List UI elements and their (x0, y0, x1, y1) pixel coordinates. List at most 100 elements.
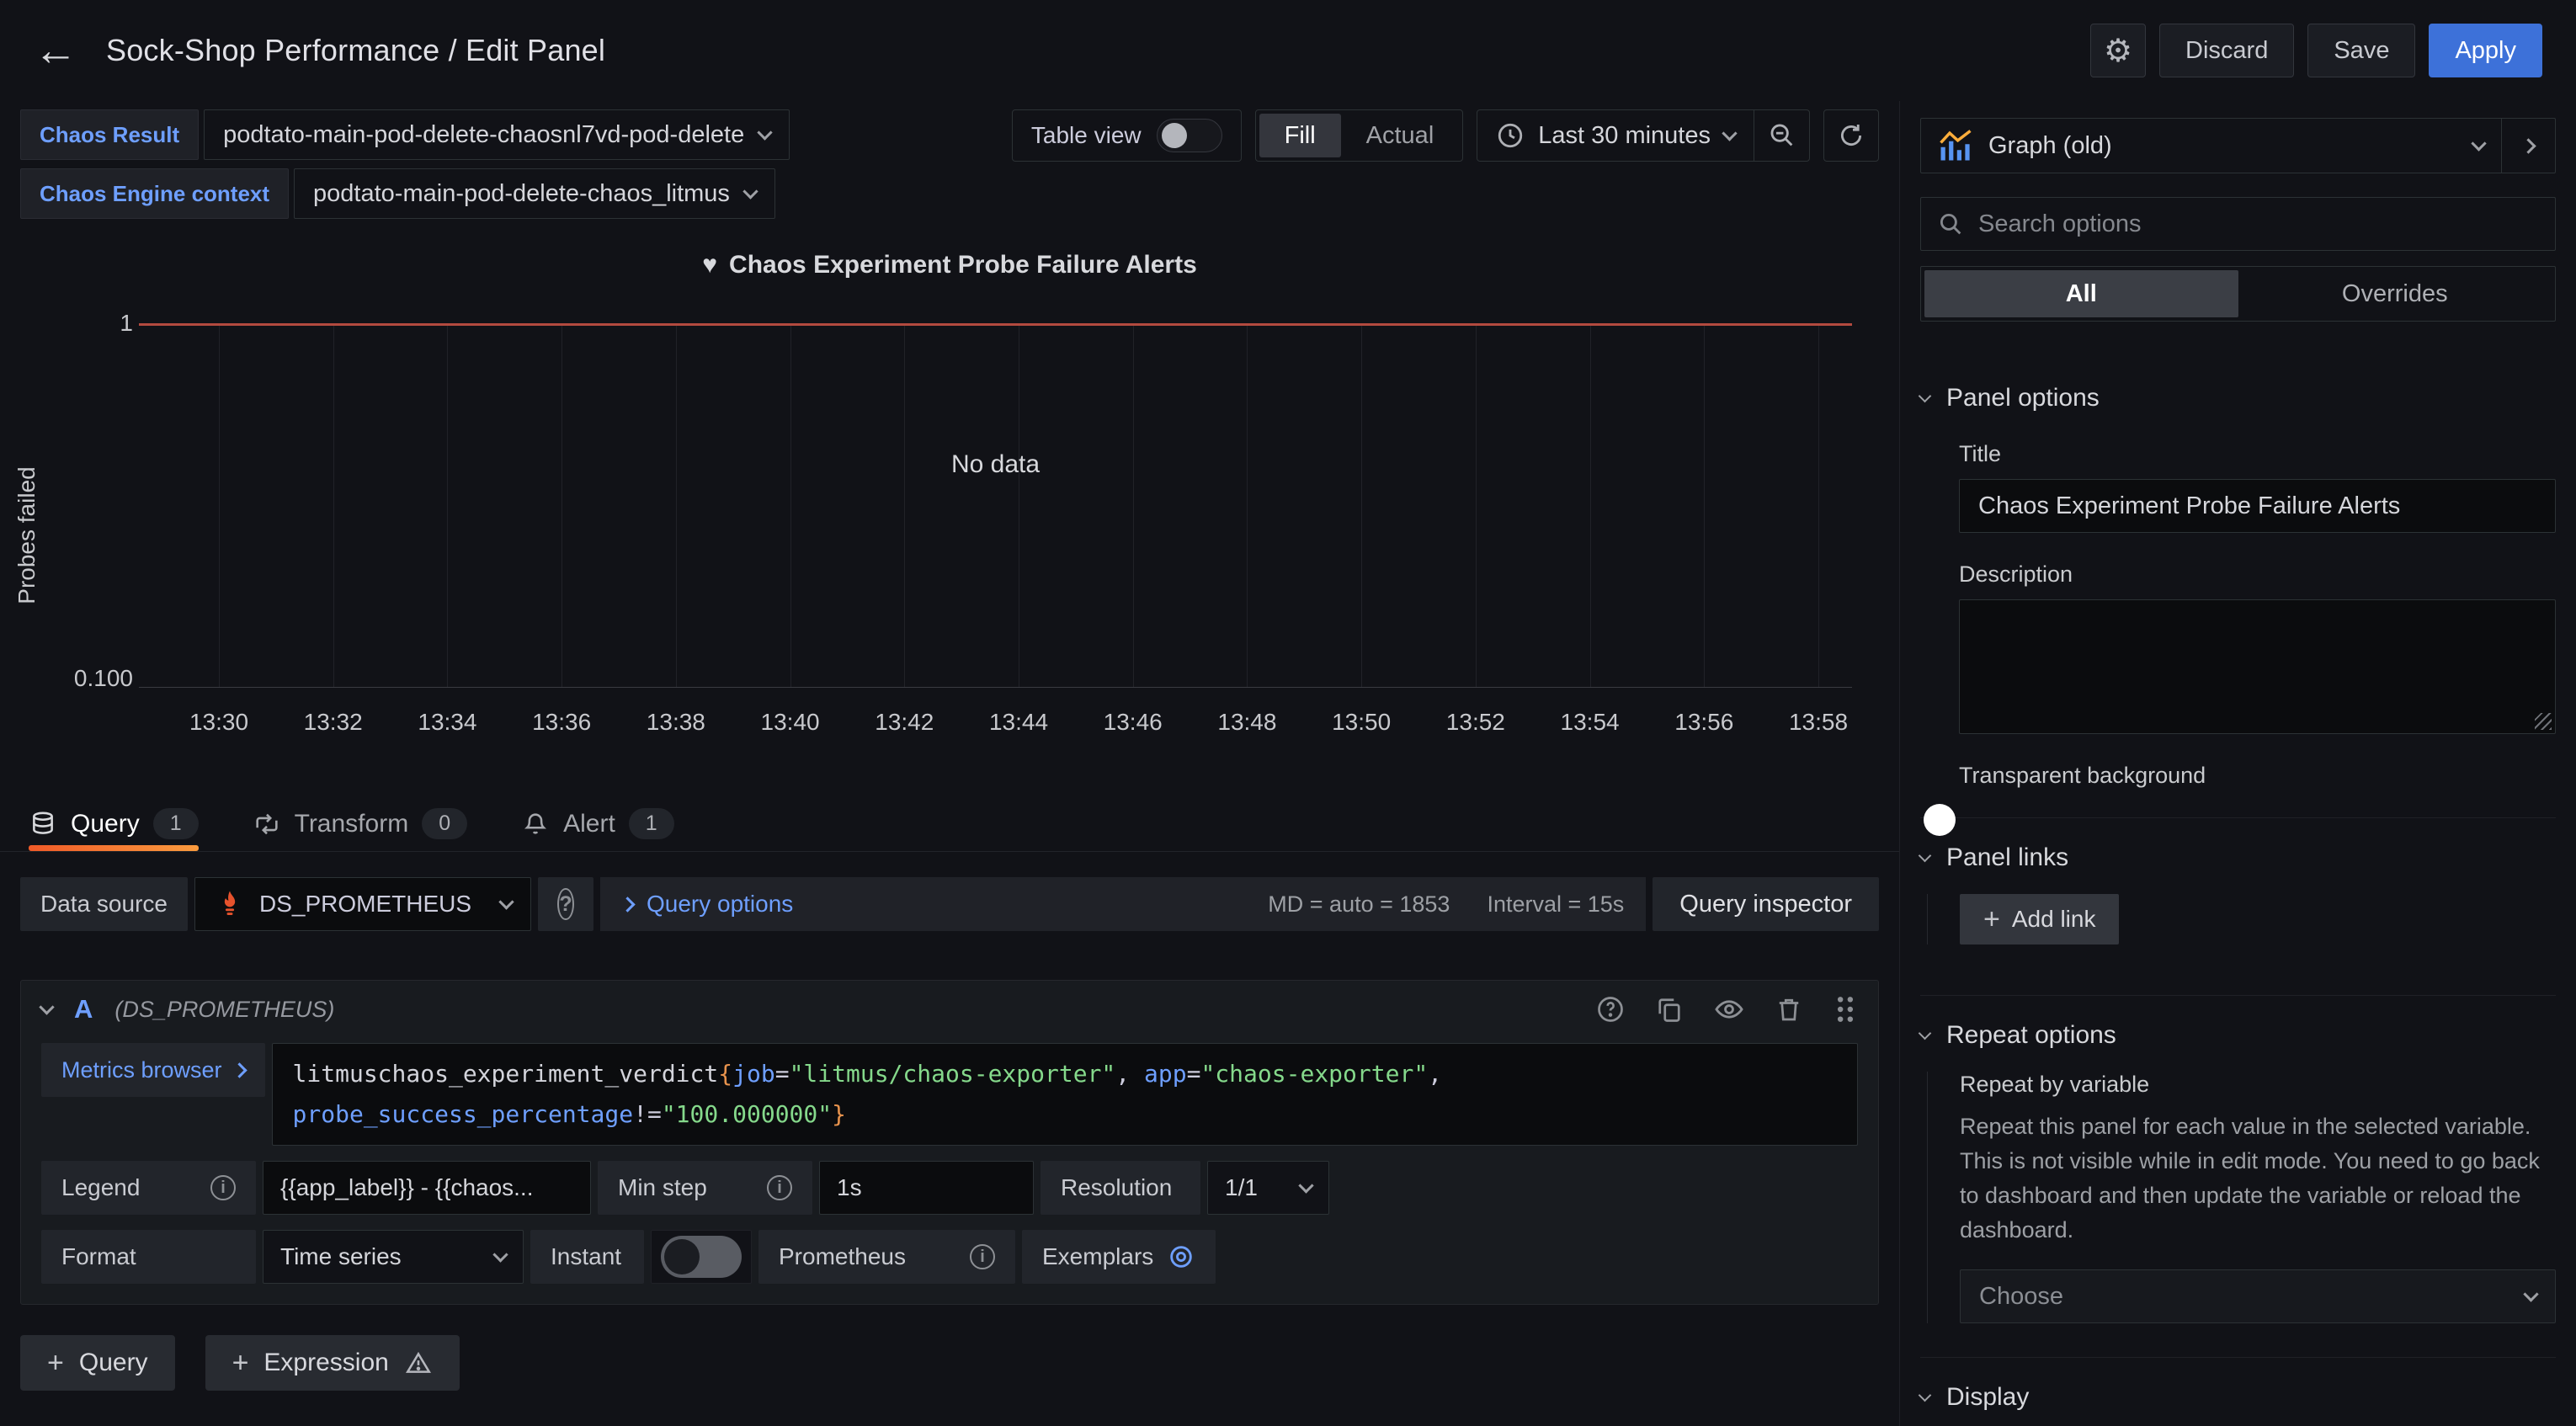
viz-suggestions-button[interactable] (2501, 119, 2555, 173)
panel-options-header[interactable]: Panel options (1920, 384, 2556, 412)
repeat-variable-select[interactable]: Choose (1960, 1269, 2556, 1323)
add-expression-button[interactable]: + Expression (205, 1335, 460, 1391)
query-inspector-button[interactable]: Query inspector (1653, 877, 1879, 931)
visualization-picker[interactable]: Graph (old) (1921, 119, 2501, 173)
variable-value-dropdown[interactable]: podtato-main-pod-delete-chaosnl7vd-pod-d… (204, 109, 790, 160)
panel-settings-button[interactable]: ⚙ (2090, 24, 2146, 77)
gear-icon: ⚙ (2104, 32, 2132, 70)
min-step-label: Min step (618, 1174, 707, 1201)
x-axis-tick: 13:34 (418, 709, 476, 736)
section-heading: Repeat options (1946, 1021, 2116, 1050)
panel-links-header[interactable]: Panel links (1920, 843, 2556, 872)
options-search-box (1920, 197, 2556, 251)
repeat-description: Repeat this panel for each value in the … (1960, 1109, 2541, 1248)
time-range-text: Last 30 minutes (1538, 122, 1711, 150)
refresh-button[interactable] (1823, 109, 1879, 162)
section-heading: Panel options (1946, 384, 2100, 412)
variable-value-dropdown[interactable]: podtato-main-pod-delete-chaos_litmus (294, 168, 775, 219)
add-query-label: Query (79, 1349, 148, 1377)
add-query-button[interactable]: + Query (20, 1335, 175, 1391)
tab-transform[interactable]: Transform 0 (253, 796, 467, 851)
grafana-panel-editor: ← Sock-Shop Performance / Edit Panel ⚙ D… (0, 0, 2576, 1426)
format-select[interactable]: Time series (263, 1230, 524, 1284)
variable-value-text: podtato-main-pod-delete-chaosnl7vd-pod-d… (223, 121, 744, 149)
bell-icon (521, 810, 550, 838)
panel-title-input[interactable] (1959, 479, 2556, 533)
chevron-right-icon (2520, 138, 2536, 153)
chevron-down-icon (1919, 389, 1932, 402)
chevron-down-icon (1919, 1026, 1932, 1040)
panel-toolbar: Table view Fill Actual Last 30 minutes (1012, 109, 1879, 162)
instant-toggle[interactable] (661, 1236, 742, 1278)
chevron-down-icon (2523, 1286, 2538, 1301)
filter-tab-all[interactable]: All (1924, 270, 2238, 317)
drag-handle-icon[interactable] (1833, 993, 1858, 1025)
delete-query-icon[interactable] (1774, 994, 1804, 1024)
table-view-label: Table view (1031, 122, 1142, 149)
help-icon[interactable] (1595, 994, 1626, 1024)
plus-icon: + (232, 1347, 249, 1380)
tab-label: Query (71, 810, 140, 838)
metrics-browser-button[interactable]: Metrics browser (41, 1043, 265, 1097)
duplicate-query-icon[interactable] (1654, 994, 1685, 1024)
discard-button[interactable]: Discard (2159, 24, 2294, 77)
chart-title-text: Chaos Experiment Probe Failure Alerts (729, 251, 1197, 279)
display-header[interactable]: Display (1920, 1383, 2556, 1412)
datasource-picker[interactable]: DS_PROMETHEUS (194, 877, 531, 931)
filter-tab-overrides[interactable]: Overrides (2238, 270, 2552, 317)
query-editor-section: Data source DS_PROMETHEUS ? (0, 852, 1899, 1391)
metrics-browser-label: Metrics browser (61, 1057, 222, 1083)
toggle-visibility-icon[interactable] (1713, 993, 1745, 1025)
save-button[interactable]: Save (2307, 24, 2415, 77)
page-title: Sock-Shop Performance / Edit Panel (106, 33, 605, 68)
x-axis-labels: 13:3013:3213:3413:3613:3813:4013:4213:44… (219, 324, 1818, 687)
variable-value-text: podtato-main-pod-delete-chaos_litmus (313, 180, 730, 208)
section-heading: Panel links (1946, 843, 2068, 872)
edit-panel-content: Chaos Result podtato-main-pod-delete-cha… (0, 101, 1899, 1426)
chart-plot[interactable]: No data 13:3013:3213:3413:3613:3813:4013… (139, 324, 1852, 688)
promql-expression-input[interactable]: litmuschaos_experiment_verdict{job="litm… (272, 1043, 1858, 1146)
min-step-input[interactable] (819, 1161, 1034, 1215)
datasource-help-button[interactable]: ? (538, 877, 593, 931)
toggle-knob (664, 1239, 700, 1274)
tab-query[interactable]: Query 1 (29, 796, 199, 851)
table-view-group: Table view (1012, 109, 1242, 162)
legend-format-input[interactable] (263, 1161, 591, 1215)
max-data-points-text: MD = auto = 1853 (1268, 891, 1450, 918)
time-range-picker[interactable]: Last 30 minutes (1477, 110, 1754, 161)
variable-label: Chaos Result (20, 109, 199, 160)
chevron-down-icon (2471, 136, 2486, 151)
datasource-row: Data source DS_PROMETHEUS ? (20, 877, 1879, 931)
options-filter-tabs: All Overrides (1920, 266, 2556, 322)
choose-placeholder: Choose (1979, 1283, 2063, 1311)
panel-options-body: Title Description Transparent background (1920, 441, 2556, 789)
resolution-select[interactable]: 1/1 (1207, 1161, 1329, 1215)
exemplars-field[interactable]: Exemplars (1022, 1230, 1216, 1284)
resize-handle[interactable] (2535, 713, 2552, 730)
panel-description-textarea[interactable] (1959, 599, 2556, 734)
x-axis-tick: 13:30 (189, 709, 248, 736)
zoom-out-button[interactable] (1754, 110, 1809, 161)
back-arrow-icon[interactable]: ← (34, 29, 77, 72)
table-view-toggle[interactable] (1157, 119, 1222, 152)
actual-option[interactable]: Actual (1341, 114, 1460, 157)
panel-preview: ♥Chaos Experiment Probe Failure Alerts P… (0, 244, 1899, 783)
fill-option[interactable]: Fill (1259, 114, 1341, 157)
collapse-chevron-icon[interactable] (39, 999, 54, 1014)
tab-alert[interactable]: Alert 1 (521, 796, 674, 851)
panel-links-body: + Add link (1927, 894, 2556, 944)
repeat-options-header[interactable]: Repeat options (1920, 1021, 2556, 1050)
chevron-down-icon (758, 125, 773, 140)
tab-label: Transform (295, 810, 409, 838)
time-picker-group: Last 30 minutes (1477, 109, 1810, 162)
apply-button[interactable]: Apply (2429, 24, 2542, 77)
options-search-input[interactable] (1978, 210, 2540, 238)
x-axis-tick: 13:36 (532, 709, 591, 736)
heart-icon: ♥ (702, 251, 717, 279)
y-axis-tick: 1 (40, 310, 133, 337)
dashboard-variables: Chaos Result podtato-main-pod-delete-cha… (20, 109, 790, 219)
query-options-expander[interactable]: Query options (622, 891, 793, 918)
add-link-button[interactable]: + Add link (1960, 894, 2119, 944)
y-axis-tick: 0.100 (40, 665, 133, 692)
query-row-header[interactable]: A (DS_PROMETHEUS) (21, 981, 1878, 1038)
